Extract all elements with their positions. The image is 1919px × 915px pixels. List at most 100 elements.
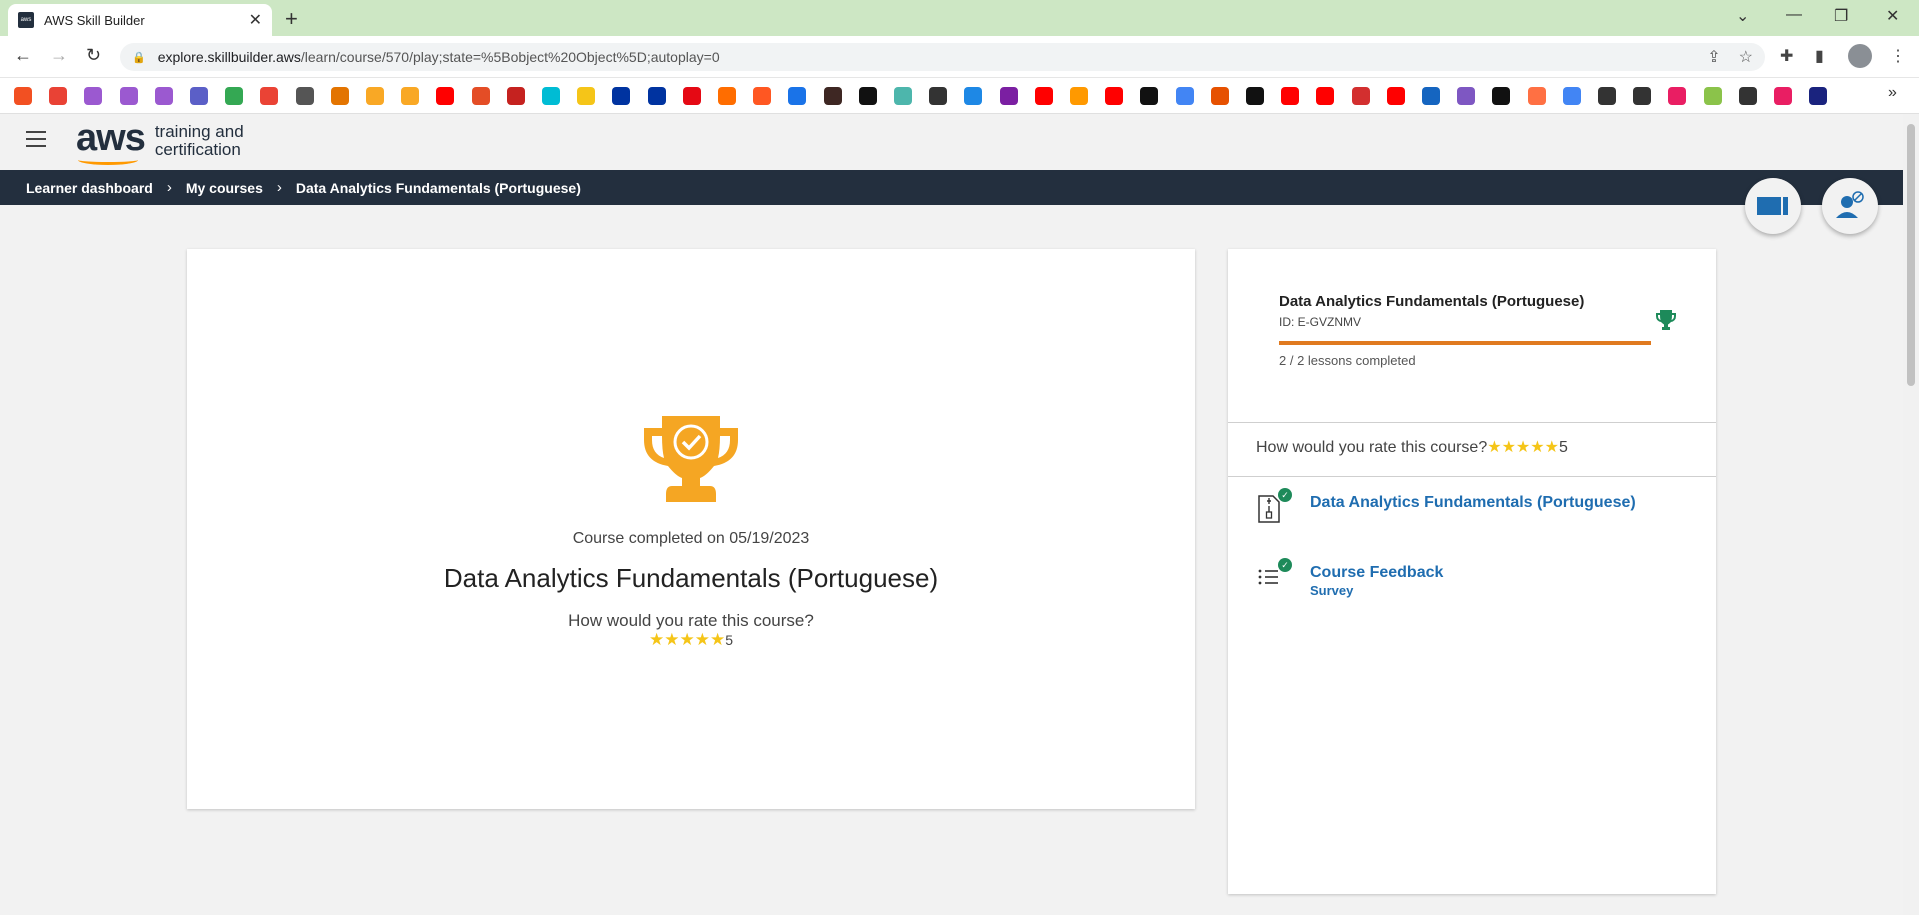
bookmark-icon[interactable] [119, 87, 138, 105]
bookmark-icon[interactable] [1386, 87, 1405, 105]
address-bar[interactable]: 🔒 explore.skillbuilder.aws /learn/course… [120, 43, 1765, 71]
bookmark-icon[interactable] [1457, 87, 1476, 105]
star-icon[interactable]: ★ [1502, 439, 1516, 457]
bookmark-icon[interactable] [894, 87, 912, 105]
bookmark-icon[interactable] [682, 87, 701, 105]
bookmark-icon[interactable] [471, 87, 490, 105]
bookmark-icon[interactable] [1210, 87, 1229, 105]
back-button[interactable]: ← [14, 45, 32, 66]
bookmark-icon[interactable] [1703, 87, 1722, 105]
reload-button[interactable]: ↻ [86, 45, 101, 66]
bookmark-icon[interactable] [1105, 87, 1124, 105]
breadcrumb-my-courses[interactable]: My courses [186, 180, 263, 196]
bookmark-icon[interactable] [788, 87, 807, 105]
bookmark-icon[interactable] [1527, 87, 1546, 105]
url-path: /learn/course/570/play;state=%5Bobject%2… [300, 49, 720, 65]
bookmark-icon[interactable] [1492, 87, 1511, 105]
star-icon[interactable]: ★ [649, 631, 664, 649]
lesson-item[interactable]: ✓ Data Analytics Fundamentals (Portugues… [1256, 488, 1636, 523]
bookmark-icon[interactable] [506, 87, 525, 105]
breadcrumb-learner-dashboard[interactable]: Learner dashboard [26, 180, 153, 196]
star-icon[interactable]: ★ [1516, 439, 1530, 457]
bookmark-icon[interactable] [1140, 87, 1159, 105]
lesson-link[interactable]: Data Analytics Fundamentals (Portuguese) [1310, 494, 1636, 512]
bookmark-icon[interactable] [1738, 87, 1757, 105]
bookmark-icon[interactable] [84, 87, 103, 105]
lesson-item[interactable]: ✓ Course Feedback Survey [1256, 558, 1443, 600]
more-bookmarks-icon[interactable]: » [1888, 84, 1897, 102]
browser-menu-icon[interactable]: ⋮ [1890, 46, 1906, 66]
menu-icon[interactable] [26, 131, 46, 147]
bookmark-icon[interactable] [260, 87, 279, 105]
bookmark-icon[interactable] [330, 87, 349, 105]
close-window-button[interactable]: ✕ [1886, 6, 1899, 26]
bookmark-icon[interactable] [647, 87, 666, 105]
rate-course-question: How would you rate this course? [1256, 439, 1488, 456]
star-icon[interactable]: ★ [1530, 439, 1544, 457]
bookmark-icon[interactable] [1809, 87, 1828, 105]
bookmark-icon[interactable] [154, 87, 173, 105]
profile-avatar[interactable] [1848, 44, 1872, 68]
bookmark-icon[interactable] [1070, 87, 1088, 105]
bookmark-icon[interactable] [1562, 87, 1581, 105]
bookmark-icon[interactable] [858, 87, 877, 105]
bookmark-icon[interactable] [1774, 87, 1792, 105]
bookmark-icon[interactable] [542, 87, 560, 105]
progress-fill [1279, 341, 1651, 345]
scrollbar-thumb[interactable] [1907, 124, 1915, 386]
bookmark-icon[interactable] [1034, 87, 1053, 105]
bookmark-icon[interactable] [718, 87, 736, 105]
bookmark-icon[interactable] [1668, 87, 1687, 105]
bookmark-icon[interactable] [1316, 87, 1335, 105]
accessibility-button[interactable] [1822, 178, 1878, 234]
bookmark-icon[interactable] [1351, 87, 1370, 105]
bookmark-icon[interactable] [823, 87, 842, 105]
forward-button[interactable]: → [50, 45, 68, 66]
bookmark-icon[interactable] [929, 87, 948, 105]
video-button[interactable] [1745, 178, 1801, 234]
star-icon[interactable]: ★ [1487, 439, 1501, 457]
bookmark-icon[interactable] [577, 87, 596, 105]
bookmark-icon[interactable] [14, 87, 32, 105]
bookmark-icon[interactable] [612, 87, 631, 105]
new-tab-button[interactable]: + [285, 6, 298, 32]
bookmark-icon[interactable] [753, 87, 772, 105]
bookmark-icon[interactable] [436, 87, 455, 105]
bookmark-icon[interactable] [999, 87, 1018, 105]
extensions-icon[interactable]: ✚ [1780, 46, 1793, 66]
bookmark-icon[interactable] [401, 87, 420, 105]
completion-date: Course completed on 05/19/2023 [572, 530, 810, 547]
smile-icon [78, 155, 138, 165]
star-icon[interactable]: ★ [710, 631, 725, 649]
star-rating[interactable]: ★ ★ ★ ★ ★ 5 [187, 631, 1195, 649]
aws-logo[interactable]: aws training and certification [76, 119, 244, 165]
side-panel-icon[interactable]: ▮ [1815, 46, 1824, 66]
bookmark-icon[interactable] [49, 87, 68, 105]
star-icon[interactable]: ★ [679, 631, 694, 649]
star-icon[interactable]: ★ [695, 631, 710, 649]
bookmark-icon[interactable] [964, 87, 983, 105]
bookmark-icon[interactable] [225, 87, 244, 105]
survey-link[interactable]: Course Feedback [1310, 564, 1443, 582]
bookmark-icon[interactable] [190, 87, 208, 105]
close-tab-icon[interactable]: ✕ [249, 10, 262, 30]
bookmarks-bar: » [0, 78, 1919, 114]
bookmark-icon[interactable] [295, 87, 314, 105]
bookmark-icon[interactable] [1422, 87, 1440, 105]
minimize-button[interactable]: — [1786, 6, 1802, 24]
bookmark-icon[interactable] [1598, 87, 1616, 105]
star-icon[interactable]: ★ [1545, 439, 1559, 457]
tab-search-icon[interactable]: ⌄ [1736, 6, 1749, 26]
star-icon[interactable]: ★ [664, 631, 679, 649]
bookmark-icon[interactable] [1633, 87, 1652, 105]
bookmark-icon[interactable] [366, 87, 384, 105]
rating-value: 5 [1558, 439, 1568, 456]
browser-tab-active[interactable]: aws AWS Skill Builder ✕ [8, 4, 272, 36]
bookmark-icon[interactable] [1281, 87, 1300, 105]
bookmark-icon[interactable] [1246, 87, 1264, 105]
restore-button[interactable]: ❐ [1834, 6, 1848, 26]
share-icon[interactable]: ⇪ [1707, 47, 1720, 67]
bookmark-icon[interactable] [1175, 87, 1194, 105]
bookmark-star-icon[interactable]: ☆ [1739, 47, 1753, 67]
chevron-right-icon: › [166, 179, 172, 196]
